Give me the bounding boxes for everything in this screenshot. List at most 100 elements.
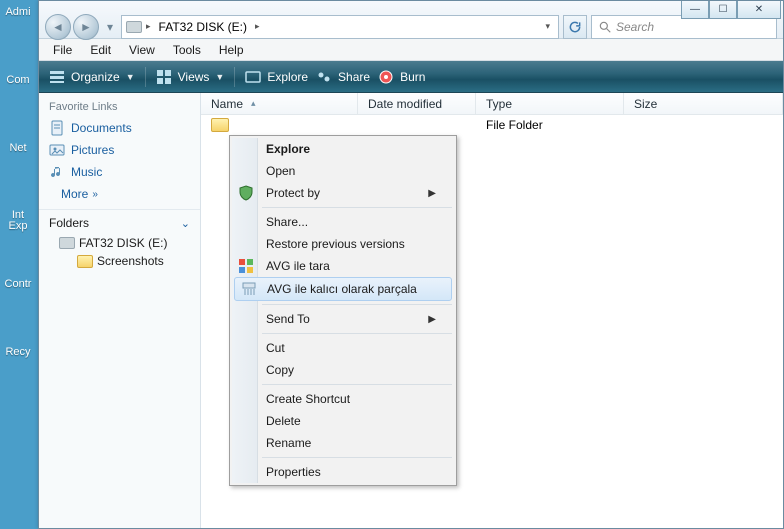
- menubar: File Edit View Tools Help: [39, 39, 783, 61]
- tree-node-folder[interactable]: Screenshots: [39, 252, 200, 270]
- nav-history-dropdown[interactable]: ▾: [103, 14, 117, 40]
- context-menu-item[interactable]: Share...: [232, 211, 454, 233]
- column-header-size[interactable]: Size: [624, 93, 783, 114]
- chevron-right-icon: ▶: [428, 188, 436, 199]
- context-menu-item[interactable]: Create Shortcut: [232, 388, 454, 410]
- context-menu-item[interactable]: Cut: [232, 337, 454, 359]
- context-menu-label: Explore: [266, 142, 310, 156]
- context-menu-separator: [262, 304, 452, 305]
- context-menu-separator: [262, 457, 452, 458]
- refresh-icon: [568, 20, 582, 34]
- refresh-button[interactable]: [563, 15, 587, 39]
- context-menu-separator: [262, 384, 452, 385]
- column-headers: Name Date modified Type Size: [201, 93, 783, 115]
- menu-tools[interactable]: Tools: [165, 41, 209, 59]
- folder-icon: [77, 255, 93, 268]
- context-menu-item[interactable]: AVG ile tara: [232, 255, 454, 277]
- chevron-right-icon: ▸: [146, 21, 151, 32]
- explorer-window: — ☐ ✕ ◄ ► ▾ ▸ FAT32 DISK (E:) ▸ ▾ Search…: [38, 0, 784, 529]
- drive-icon: [126, 21, 142, 33]
- desktop-icon[interactable]: Net: [0, 142, 36, 154]
- burn-icon: [378, 69, 394, 85]
- sidebar-link-music[interactable]: Music: [39, 161, 200, 183]
- context-menu-label: Create Shortcut: [266, 392, 350, 406]
- context-menu-item[interactable]: Delete: [232, 410, 454, 432]
- context-menu-item[interactable]: Properties: [232, 461, 454, 483]
- menu-view[interactable]: View: [121, 41, 163, 59]
- chevron-down-icon: ▼: [126, 72, 135, 82]
- context-menu-label: Open: [266, 164, 295, 178]
- context-menu: Explore Open Protect by ▶ Share... Restore pr…: [229, 135, 457, 486]
- context-menu-separator: [262, 207, 452, 208]
- desktop-icon[interactable]: IntExp: [0, 210, 36, 232]
- context-menu-item[interactable]: Send To ▶: [232, 308, 454, 330]
- burn-button[interactable]: Burn: [378, 69, 425, 85]
- address-bar: ◄ ► ▾ ▸ FAT32 DISK (E:) ▸ ▾ Search: [39, 1, 783, 39]
- explore-icon: [245, 69, 261, 85]
- menu-edit[interactable]: Edit: [82, 41, 119, 59]
- sidebar-link-documents[interactable]: Documents: [39, 117, 200, 139]
- explore-button[interactable]: Explore: [245, 69, 308, 85]
- views-icon: [156, 69, 172, 85]
- breadcrumb-dropdown[interactable]: ▾: [541, 21, 554, 32]
- context-menu-label: Protect by: [266, 186, 320, 200]
- drive-icon: [59, 237, 75, 249]
- command-bar: Organize ▼ Views ▼ Explore Share Burn: [39, 61, 783, 93]
- navigation-pane: Favorite Links Documents Pictures Music …: [39, 93, 201, 528]
- context-menu-label: Cut: [266, 341, 285, 355]
- desktop-icon[interactable]: Com: [0, 74, 36, 86]
- documents-icon: [49, 120, 65, 136]
- context-menu-label: Properties: [266, 465, 321, 479]
- context-menu-label: Delete: [266, 414, 301, 428]
- minimize-button[interactable]: —: [681, 1, 709, 19]
- folder-icon: [211, 118, 229, 132]
- sidebar-link-pictures[interactable]: Pictures: [39, 139, 200, 161]
- chevron-down-icon: ▼: [215, 72, 224, 82]
- close-button[interactable]: ✕: [737, 1, 781, 19]
- window-controls: — ☐ ✕: [681, 1, 781, 19]
- organize-icon: [49, 69, 65, 85]
- sidebar-more[interactable]: More »: [39, 183, 200, 205]
- chevron-right-icon: ▶: [428, 314, 436, 325]
- context-menu-label: Restore previous versions: [266, 237, 405, 251]
- nav-back-button[interactable]: ◄: [45, 14, 71, 40]
- menu-file[interactable]: File: [45, 41, 80, 59]
- context-menu-item[interactable]: Open: [232, 160, 454, 182]
- tree-node-drive[interactable]: FAT32 DISK (E:): [39, 234, 200, 252]
- folders-heading[interactable]: Folders ⌄: [39, 209, 200, 234]
- avg-icon: [238, 258, 254, 274]
- context-menu-item[interactable]: Rename: [232, 432, 454, 454]
- context-menu-item[interactable]: Restore previous versions: [232, 233, 454, 255]
- desktop-icon[interactable]: Recy: [0, 346, 36, 358]
- context-menu-separator: [262, 333, 452, 334]
- column-header-type[interactable]: Type: [476, 93, 624, 114]
- nav-forward-button[interactable]: ►: [73, 14, 99, 40]
- breadcrumb-segment[interactable]: FAT32 DISK (E:): [155, 20, 251, 34]
- shred-icon: [241, 281, 257, 297]
- context-menu-label: Send To: [266, 312, 310, 326]
- desktop-icon[interactable]: Contr: [0, 278, 36, 290]
- desktop-icon[interactable]: Admi: [0, 6, 36, 18]
- context-menu-item[interactable]: AVG ile kalıcı olarak parçala: [234, 277, 452, 301]
- menu-help[interactable]: Help: [211, 41, 252, 59]
- shield-icon: [238, 185, 254, 201]
- views-button[interactable]: Views ▼: [156, 69, 225, 85]
- context-menu-item[interactable]: Protect by ▶: [232, 182, 454, 204]
- context-menu-item[interactable]: Copy: [232, 359, 454, 381]
- maximize-button[interactable]: ☐: [709, 1, 737, 19]
- context-menu-label: Copy: [266, 363, 294, 377]
- chevron-down-icon: ⌄: [181, 217, 190, 230]
- organize-button[interactable]: Organize ▼: [49, 69, 135, 85]
- share-button[interactable]: Share: [316, 69, 370, 85]
- table-row[interactable]: File Folder: [201, 115, 783, 135]
- context-menu-label: Share...: [266, 215, 308, 229]
- context-menu-item[interactable]: Explore: [232, 138, 454, 160]
- search-placeholder: Search: [616, 20, 654, 34]
- favorite-links-heading: Favorite Links: [39, 93, 200, 117]
- breadcrumb[interactable]: ▸ FAT32 DISK (E:) ▸ ▾: [121, 15, 559, 39]
- column-header-date[interactable]: Date modified: [358, 93, 476, 114]
- context-menu-label: AVG ile tara: [266, 259, 330, 273]
- desktop-icons: Admi Com Net IntExp Contr Recy: [0, 0, 36, 529]
- column-header-name[interactable]: Name: [201, 93, 358, 114]
- music-icon: [49, 164, 65, 180]
